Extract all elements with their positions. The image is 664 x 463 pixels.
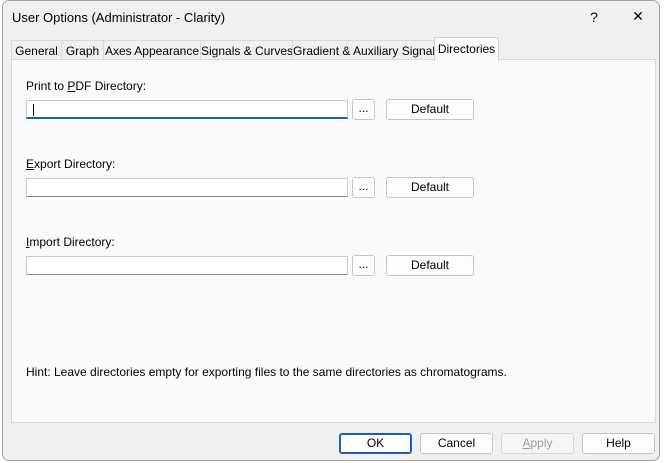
export-browse-button[interactable]: ...	[352, 177, 375, 198]
apply-button[interactable]: Apply	[501, 433, 574, 454]
print-pdf-label: Print to PDF Directory:	[26, 79, 147, 93]
help-icon[interactable]: ?	[571, 1, 617, 32]
help-button[interactable]: Help	[582, 433, 655, 454]
title-bar: User Options (Administrator - Clarity) ?…	[3, 1, 659, 33]
cancel-button[interactable]: Cancel	[420, 433, 493, 454]
dialog-title: User Options (Administrator - Clarity)	[12, 10, 226, 25]
tab-axes-appearance[interactable]: Axes Appearance	[103, 40, 201, 60]
export-directory-input[interactable]	[26, 178, 348, 197]
export-label: Export Directory:	[26, 157, 116, 171]
tab-directories[interactable]: Directories	[434, 37, 499, 61]
hint-text: Hint: Leave directories empty for export…	[26, 365, 507, 379]
directories-panel: Print to PDF Directory: ... Default Expo…	[11, 59, 656, 423]
print-pdf-browse-button[interactable]: ...	[352, 99, 375, 120]
import-browse-button[interactable]: ...	[352, 255, 375, 276]
tab-graph[interactable]: Graph	[61, 40, 104, 60]
tab-gradient-auxiliary-signals[interactable]: Gradient & Auxiliary Signals	[292, 40, 441, 60]
import-label: Import Directory:	[26, 235, 115, 249]
text-caret	[33, 104, 34, 116]
user-options-dialog: User Options (Administrator - Clarity) ?…	[2, 0, 660, 461]
export-default-button[interactable]: Default	[386, 177, 474, 198]
import-directory-input[interactable]	[26, 256, 348, 275]
tab-general[interactable]: General	[11, 40, 62, 60]
ok-button[interactable]: OK	[339, 433, 412, 454]
close-icon[interactable]: ✕	[615, 1, 659, 32]
tab-signals-curves[interactable]: Signals & Curves	[200, 40, 293, 60]
import-default-button[interactable]: Default	[386, 255, 474, 276]
print-pdf-default-button[interactable]: Default	[386, 99, 474, 120]
print-pdf-directory-input[interactable]	[26, 100, 348, 119]
